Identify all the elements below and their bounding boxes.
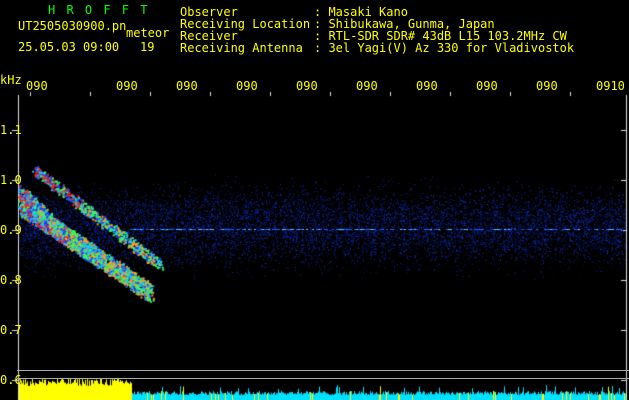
spectrogram-plot: [0, 0, 629, 400]
freq-tick: 0.9: [0, 223, 22, 237]
level-separator: [17, 370, 629, 371]
time-tick: 090: [236, 79, 258, 93]
time-tick: 0910: [596, 79, 625, 93]
time-tick: 090: [536, 79, 558, 93]
count-label: 19: [140, 40, 155, 54]
time-tick: 090: [296, 79, 318, 93]
time-tick: 090: [116, 79, 138, 93]
hrofft-logo: H R O F F T: [48, 3, 150, 17]
filename-label: UT2505030900.pn: [18, 19, 127, 33]
level-separator: [17, 378, 629, 379]
freq-tick: 1.1: [0, 123, 22, 137]
time-tick: 090: [26, 79, 48, 93]
time-tick: 090: [176, 79, 198, 93]
hrofft-screen: H R O F F T UT2505030900.pn meteor 25.05…: [0, 0, 629, 400]
time-tick: 090: [356, 79, 378, 93]
type-label: meteor: [126, 26, 170, 40]
freq-tick: 1.0: [0, 173, 22, 187]
freq-tick: 0.8: [0, 273, 22, 287]
datetime-label: 25.05.03 09:00: [18, 40, 120, 54]
antenna-value: : 3el Yagi(V) Az 330 for Vladivostok: [314, 41, 575, 55]
freq-tick: 0.6: [0, 373, 22, 387]
time-tick: 090: [476, 79, 498, 93]
freq-tick: 0.7: [0, 323, 22, 337]
time-tick: 090: [416, 79, 438, 93]
antenna-label: Receiving Antenna: [180, 41, 303, 55]
unit-label: kHz: [0, 73, 22, 87]
